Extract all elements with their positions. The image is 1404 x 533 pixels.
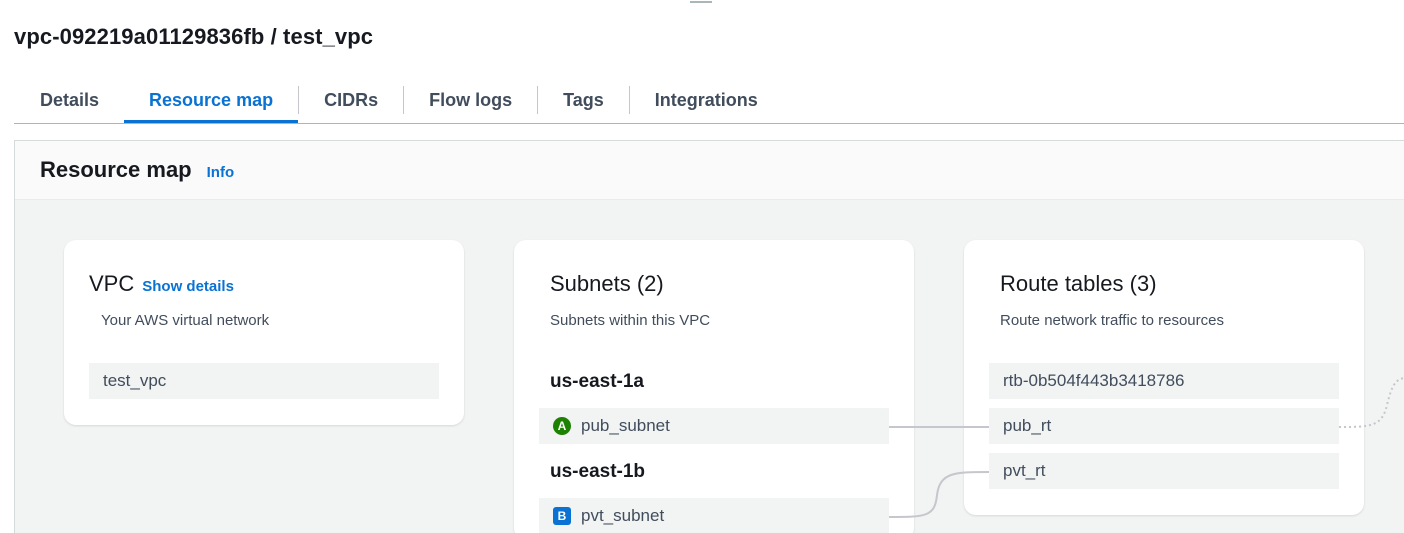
route-table-item[interactable]: pvt_rt bbox=[989, 453, 1339, 489]
route-tables-card: Route tables (3) Route network traffic t… bbox=[964, 240, 1364, 515]
route-tables-title: Route tables (3) bbox=[1000, 271, 1157, 296]
tab-cidrs[interactable]: CIDRs bbox=[299, 78, 403, 122]
vpc-item[interactable]: test_vpc bbox=[89, 363, 439, 399]
route-tables-description: Route network traffic to resources bbox=[1000, 312, 1224, 329]
tab-flow-logs[interactable]: Flow logs bbox=[404, 78, 537, 122]
vpc-card: VPC Show details Your AWS virtual network… bbox=[64, 240, 464, 425]
subnets-description: Subnets within this VPC bbox=[550, 312, 711, 329]
availability-zone-label: us-east-1b bbox=[550, 461, 646, 482]
resource-map-header: Resource map Info bbox=[15, 141, 1404, 200]
subnet-name: pvt_subnet bbox=[581, 506, 665, 525]
route-table-item[interactable]: rtb-0b504f443b3418786 bbox=[989, 363, 1339, 399]
subnets-card: Subnets (2) Subnets within this VPC us-e… bbox=[514, 240, 914, 533]
resource-map-title: Resource map bbox=[40, 157, 192, 182]
zone-b-badge-icon: B bbox=[553, 507, 571, 525]
tab-bar: Details Resource map CIDRs Flow logs Tag… bbox=[14, 78, 1404, 124]
tab-resource-map[interactable]: Resource map bbox=[124, 78, 299, 123]
route-table-name: pub_rt bbox=[1003, 416, 1052, 435]
route-table-name: pvt_rt bbox=[1003, 461, 1046, 480]
route-table-name: rtb-0b504f443b3418786 bbox=[1003, 371, 1185, 390]
subnet-item-pvt[interactable]: B pvt_subnet bbox=[539, 498, 889, 533]
vpc-description: Your AWS virtual network bbox=[101, 312, 270, 329]
vpc-card-title: VPC Show details bbox=[89, 271, 234, 297]
route-table-item[interactable]: pub_rt bbox=[989, 408, 1339, 444]
tab-integrations[interactable]: Integrations bbox=[630, 78, 783, 122]
subnet-item-pub[interactable]: A pub_subnet bbox=[539, 408, 889, 444]
subnets-title: Subnets (2) bbox=[550, 271, 664, 296]
vpc-title: VPC bbox=[89, 271, 135, 296]
zone-a-badge-icon: A bbox=[553, 417, 571, 435]
vpc-name: test_vpc bbox=[103, 371, 167, 390]
drag-handle[interactable] bbox=[690, 0, 712, 3]
show-details-link[interactable]: Show details bbox=[142, 278, 234, 295]
info-link[interactable]: Info bbox=[207, 164, 235, 181]
subnet-name: pub_subnet bbox=[581, 416, 670, 435]
tab-tags[interactable]: Tags bbox=[538, 78, 629, 122]
availability-zone-label: us-east-1a bbox=[550, 371, 644, 392]
page-title: vpc-092219a01129836fb / test_vpc bbox=[14, 24, 374, 49]
tab-details[interactable]: Details bbox=[14, 78, 124, 122]
